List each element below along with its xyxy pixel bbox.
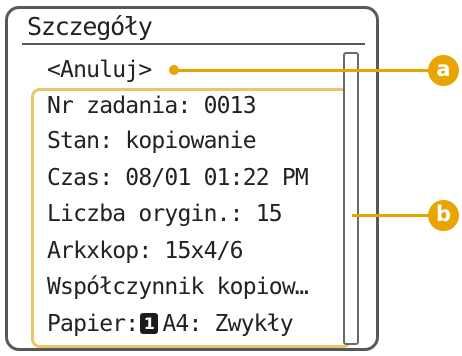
copy-ratio: Współczynnik kopiow…	[47, 274, 309, 300]
callout-a-line	[178, 69, 430, 72]
scrollbar-thumb[interactable]	[343, 68, 359, 326]
title-divider	[22, 43, 365, 45]
job-time: Czas: 08/01 01:22 PM	[47, 165, 309, 191]
paper-value: A4: Zwykły	[162, 311, 293, 337]
scrollbar[interactable]	[343, 52, 359, 345]
sheets-copies: Arkxkop: 15x4/6	[47, 238, 244, 264]
paper-label: Papier:	[47, 311, 139, 337]
screen-title: Szczegóły	[27, 12, 153, 41]
job-number: Nr zadania: 0013	[47, 93, 257, 119]
cancel-button[interactable]: <Anuluj>	[47, 55, 152, 85]
job-status: Stan: kopiowanie	[47, 128, 257, 154]
originals-count: Liczba orygin.: 15	[47, 201, 283, 227]
paper-info: Papier: 1 A4: Zwykły	[47, 309, 294, 339]
callout-a-badge: a	[428, 55, 459, 86]
paper-tray-icon: 1	[140, 313, 159, 334]
callout-b-line	[352, 214, 430, 217]
callout-b-badge: b	[428, 200, 459, 231]
